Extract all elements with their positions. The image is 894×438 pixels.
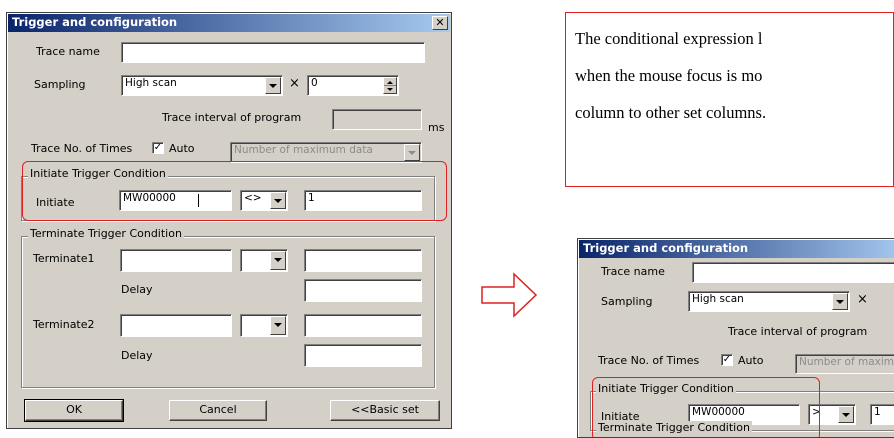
highlight-box <box>22 161 447 221</box>
right-arrow-outline-icon <box>481 272 538 318</box>
trace-interval-label: Trace interval of program <box>728 325 868 338</box>
spinner-up-icon[interactable] <box>384 78 396 86</box>
spinner-icon[interactable] <box>383 77 397 94</box>
trace-interval-input <box>332 109 422 130</box>
basic-set-button[interactable]: <<Basic set <box>330 400 440 421</box>
terminate1-label: Terminate1 <box>33 252 95 265</box>
trace-no-label: Trace No. of Times <box>31 142 133 155</box>
sampling-label: Sampling <box>601 295 653 308</box>
chevron-down-icon[interactable] <box>270 316 286 335</box>
dialog-titlebar: Trigger and configuration <box>579 240 894 258</box>
terminate-group-label: Terminate Trigger Condition <box>28 227 184 240</box>
note-line-2: when the mouse focus is mo <box>575 66 763 85</box>
trace-name-input[interactable] <box>121 42 425 63</box>
annotation-note: The conditional expression l when the mo… <box>565 12 894 187</box>
spinner-down-icon[interactable] <box>384 86 396 94</box>
dialog-titlebar: Trigger and configuration <box>8 14 450 32</box>
checkbox-icon[interactable]: ✓ <box>152 142 164 154</box>
terminate1-address-input[interactable] <box>120 249 232 272</box>
multiply-symbol: × <box>857 292 868 307</box>
terminate1-compare-input[interactable] <box>304 249 422 272</box>
sampling-select[interactable]: High scan <box>121 75 283 96</box>
trace-name-input[interactable] <box>692 262 894 283</box>
chevron-down-icon[interactable] <box>838 406 854 423</box>
ok-button[interactable]: OK <box>24 399 124 422</box>
auto-label[interactable]: Auto <box>738 354 764 367</box>
cancel-button[interactable]: Cancel <box>169 400 267 421</box>
close-icon[interactable]: ✕ <box>432 16 448 30</box>
delay1-input[interactable] <box>304 279 422 302</box>
multiply-symbol: × <box>289 76 300 91</box>
trigger-config-dialog-preview: Trigger and configuration Trace name Sam… <box>577 238 894 438</box>
trigger-config-dialog: Trigger and configuration ✕ Trace name S… <box>6 12 452 429</box>
checkbox-icon[interactable]: ✓ <box>721 354 733 366</box>
sampling-label: Sampling <box>34 78 86 91</box>
chevron-down-icon[interactable] <box>832 293 848 310</box>
initiate-compare-input[interactable]: 1 <box>870 404 894 425</box>
trace-no-label: Trace No. of Times <box>598 354 700 367</box>
dialog-title: Trigger and configuration <box>583 241 749 255</box>
max-data-select: Number of maximum data <box>230 142 422 163</box>
delay2-input[interactable] <box>304 344 422 367</box>
max-data-select: Number of maxim <box>795 354 894 374</box>
chevron-down-icon <box>404 144 420 161</box>
note-line-3: column to other set columns. <box>575 103 767 122</box>
delay1-label: Delay <box>121 283 153 296</box>
auto-label[interactable]: Auto <box>169 142 195 155</box>
terminate-group-label: Terminate Trigger Condition <box>596 421 752 434</box>
dialog-title: Trigger and configuration <box>12 15 178 29</box>
trace-name-label: Trace name <box>601 265 665 278</box>
trace-interval-label: Trace interval of program <box>162 111 302 124</box>
note-line-1: The conditional expression l <box>575 29 763 48</box>
terminate2-label: Terminate2 <box>33 318 95 331</box>
trace-name-label: Trace name <box>36 45 100 58</box>
terminate2-compare-input[interactable] <box>304 314 422 337</box>
chevron-down-icon[interactable] <box>270 251 286 270</box>
sampling-select[interactable]: High scan <box>688 291 850 312</box>
trace-interval-unit: ms <box>428 121 445 134</box>
chevron-down-icon[interactable] <box>265 77 281 94</box>
delay2-label: Delay <box>121 349 153 362</box>
terminate2-address-input[interactable] <box>120 314 232 337</box>
